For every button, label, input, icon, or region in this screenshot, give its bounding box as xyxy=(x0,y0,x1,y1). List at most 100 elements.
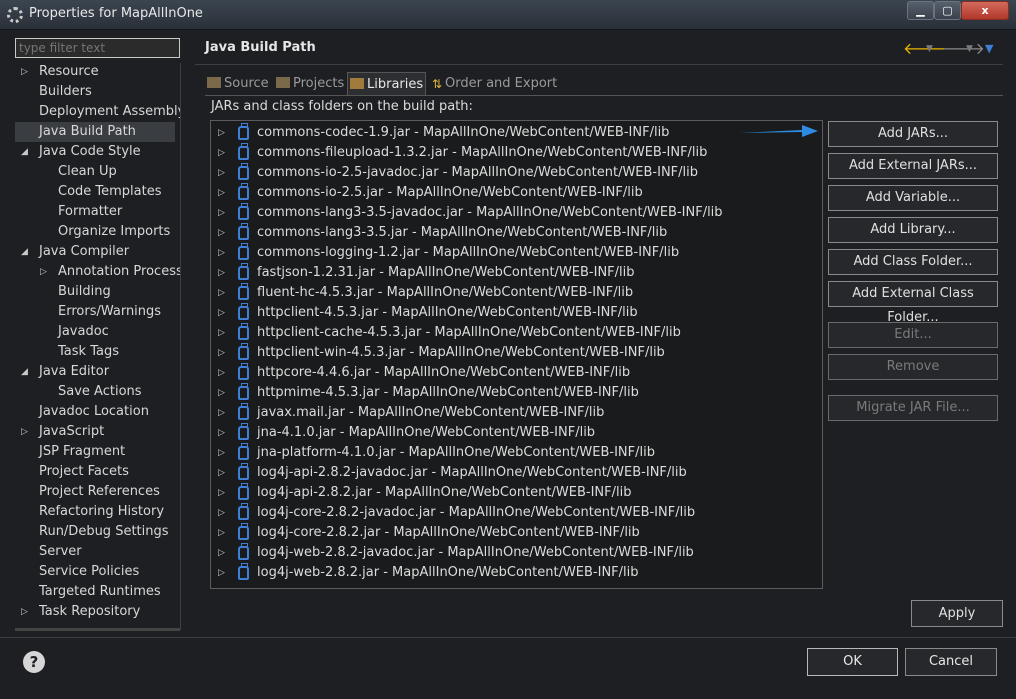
expand-icon[interactable]: ▷ xyxy=(218,523,225,543)
edit-button[interactable]: Edit... xyxy=(828,322,998,348)
forward-dropdown-icon[interactable]: ▼ xyxy=(966,44,973,54)
nav-item[interactable]: Run/Debug Settings xyxy=(15,522,175,542)
expand-icon[interactable]: ▷ xyxy=(218,223,225,243)
library-row[interactable]: ▷ commons-io-2.5-javadoc.jar - MapAllInOn… xyxy=(211,163,822,183)
library-row[interactable]: ▷ commons-codec-1.9.jar - MapAllInOne/Web… xyxy=(211,123,822,143)
migrate-jar-button[interactable]: Migrate JAR File... xyxy=(828,395,998,421)
library-row[interactable]: ▷ commons-fileupload-1.3.2.jar - MapAllIn… xyxy=(211,143,822,163)
expand-icon[interactable]: ▷ xyxy=(218,343,225,363)
expand-icon[interactable]: ▷ xyxy=(218,323,225,343)
library-row[interactable]: ▷ commons-lang3-3.5.jar - MapAllInOne/Web… xyxy=(211,223,822,243)
nav-item[interactable]: Deployment Assembly xyxy=(15,102,180,122)
nav-item[interactable]: Server xyxy=(15,542,175,562)
expand-icon[interactable]: ▷ xyxy=(218,203,225,223)
library-row[interactable]: ▷ log4j-core-2.8.2-javadoc.jar - MapAllIn… xyxy=(211,503,822,523)
view-menu-icon[interactable]: ▼ xyxy=(985,42,993,55)
expand-icon[interactable]: ▷ xyxy=(218,143,225,163)
expand-icon[interactable]: ▷ xyxy=(218,123,225,143)
library-row[interactable]: ▷ commons-logging-1.2.jar - MapAllInOne/W… xyxy=(211,243,822,263)
add-variable-button[interactable]: Add Variable... xyxy=(828,185,998,211)
add-library-button[interactable]: Add Library... xyxy=(828,217,998,243)
library-row[interactable]: ▷ log4j-web-2.8.2-javadoc.jar - MapAllInO… xyxy=(211,543,822,563)
back-arrow-icon[interactable]: 🡐 xyxy=(903,38,946,58)
nav-item[interactable]: Javadoc Location xyxy=(15,402,175,422)
library-row[interactable]: ▷ fastjson-1.2.31.jar - MapAllInOne/WebCo… xyxy=(211,263,822,283)
nav-item[interactable]: Targeted Runtimes xyxy=(15,582,175,602)
expand-icon[interactable]: ▷ xyxy=(218,423,225,443)
nav-item[interactable]: ◢ Java Editor xyxy=(15,362,175,382)
nav-item[interactable]: Project References xyxy=(15,482,175,502)
nav-item[interactable]: Javadoc xyxy=(15,322,175,342)
nav-item[interactable]: ◢ Java Code Style xyxy=(15,142,175,162)
library-row[interactable]: ▷ jna-platform-4.1.0.jar - MapAllInOne/We… xyxy=(211,443,822,463)
expand-icon[interactable]: ▷ xyxy=(40,262,47,282)
nav-item[interactable]: Organize Imports xyxy=(15,222,175,242)
forward-arrow-icon[interactable]: 🡒 xyxy=(942,38,985,58)
library-row[interactable]: ▷ jna-4.1.0.jar - MapAllInOne/WebContent/… xyxy=(211,423,822,443)
filter-input[interactable] xyxy=(15,38,180,58)
nav-item[interactable]: Formatter xyxy=(15,202,175,222)
library-row[interactable]: ▷ httpmime-4.5.3.jar - MapAllInOne/WebCon… xyxy=(211,383,822,403)
tab-source[interactable]: Source xyxy=(205,72,271,96)
tab-libraries[interactable]: Libraries xyxy=(347,72,426,96)
nav-item[interactable]: Errors/Warnings xyxy=(15,302,175,322)
nav-item[interactable]: ▷ Resource xyxy=(15,62,175,82)
library-row[interactable]: ▷ javax.mail.jar - MapAllInOne/WebContent… xyxy=(211,403,822,423)
nav-item[interactable]: ▷ Task Repository xyxy=(15,602,175,622)
expand-icon[interactable]: ▷ xyxy=(218,483,225,503)
library-row[interactable]: ▷ log4j-api-2.8.2.jar - MapAllInOne/WebCo… xyxy=(211,483,822,503)
expand-icon[interactable]: ▷ xyxy=(218,543,225,563)
library-row[interactable]: ▷ fluent-hc-4.5.3.jar - MapAllInOne/WebCo… xyxy=(211,283,822,303)
collapse-icon[interactable]: ◢ xyxy=(21,142,28,162)
expand-icon[interactable]: ▷ xyxy=(218,503,225,523)
nav-item[interactable]: Code Templates xyxy=(15,182,175,202)
library-row[interactable]: ▷ commons-io-2.5.jar - MapAllInOne/WebCon… xyxy=(211,183,822,203)
nav-item[interactable]: ▷ Annotation Processi xyxy=(15,262,180,282)
library-row[interactable]: ▷ httpcore-4.4.6.jar - MapAllInOne/WebCon… xyxy=(211,363,822,383)
library-row[interactable]: ▷ httpclient-win-4.5.3.jar - MapAllInOne/… xyxy=(211,343,822,363)
nav-item[interactable]: Clean Up xyxy=(15,162,175,182)
expand-icon[interactable]: ▷ xyxy=(218,263,225,283)
library-row[interactable]: ▷ httpclient-cache-4.5.3.jar - MapAllInOn… xyxy=(211,323,822,343)
collapse-icon[interactable]: ◢ xyxy=(21,362,28,382)
cancel-button[interactable]: Cancel xyxy=(905,648,997,676)
nav-item[interactable]: Refactoring History xyxy=(15,502,175,522)
help-icon[interactable]: ? xyxy=(23,651,45,673)
apply-button[interactable]: Apply xyxy=(911,600,1003,627)
expand-icon[interactable]: ▷ xyxy=(218,183,225,203)
remove-button[interactable]: Remove xyxy=(828,354,998,380)
expand-icon[interactable]: ▷ xyxy=(218,403,225,423)
nav-item[interactable]: Save Actions xyxy=(15,382,175,402)
nav-horizontal-scrollbar[interactable] xyxy=(15,628,180,631)
nav-item[interactable]: Building xyxy=(15,282,175,302)
nav-item[interactable]: Project Facets xyxy=(15,462,175,482)
maximize-button[interactable]: ▢ xyxy=(934,1,961,20)
expand-icon[interactable]: ▷ xyxy=(21,602,28,622)
add-external-class-folder-button[interactable]: Add External Class Folder... xyxy=(828,281,998,325)
expand-icon[interactable]: ▷ xyxy=(21,62,28,82)
library-row[interactable]: ▷ log4j-api-2.8.2-javadoc.jar - MapAllInO… xyxy=(211,463,822,483)
expand-icon[interactable]: ▷ xyxy=(218,163,225,183)
add-external-jars-button[interactable]: Add External JARs... xyxy=(828,153,998,179)
expand-icon[interactable]: ▷ xyxy=(218,363,225,383)
nav-item[interactable]: Java Build Path xyxy=(15,122,175,142)
add-jars-button[interactable]: Add JARs... xyxy=(828,121,998,147)
expand-icon[interactable]: ▷ xyxy=(218,243,225,263)
expand-icon[interactable]: ▷ xyxy=(218,563,225,583)
expand-icon[interactable]: ▷ xyxy=(218,303,225,323)
expand-icon[interactable]: ▷ xyxy=(218,463,225,483)
back-dropdown-icon[interactable]: ▼ xyxy=(926,44,933,54)
tab-order-and-export[interactable]: ⇅ Order and Export xyxy=(430,72,560,96)
collapse-icon[interactable]: ◢ xyxy=(21,242,28,262)
close-button[interactable]: x xyxy=(961,1,1009,20)
expand-icon[interactable]: ▷ xyxy=(218,283,225,303)
nav-item[interactable]: ◢ Java Compiler xyxy=(15,242,175,262)
library-row[interactable]: ▷ log4j-web-2.8.2.jar - MapAllInOne/WebCo… xyxy=(211,563,822,583)
nav-item[interactable]: Builders xyxy=(15,82,175,102)
library-row[interactable]: ▷ log4j-core-2.8.2.jar - MapAllInOne/WebC… xyxy=(211,523,822,543)
nav-item[interactable]: Service Policies xyxy=(15,562,175,582)
nav-item[interactable]: ▷ JavaScript xyxy=(15,422,175,442)
expand-icon[interactable]: ▷ xyxy=(218,383,225,403)
add-class-folder-button[interactable]: Add Class Folder... xyxy=(828,249,998,275)
expand-icon[interactable]: ▷ xyxy=(218,443,225,463)
